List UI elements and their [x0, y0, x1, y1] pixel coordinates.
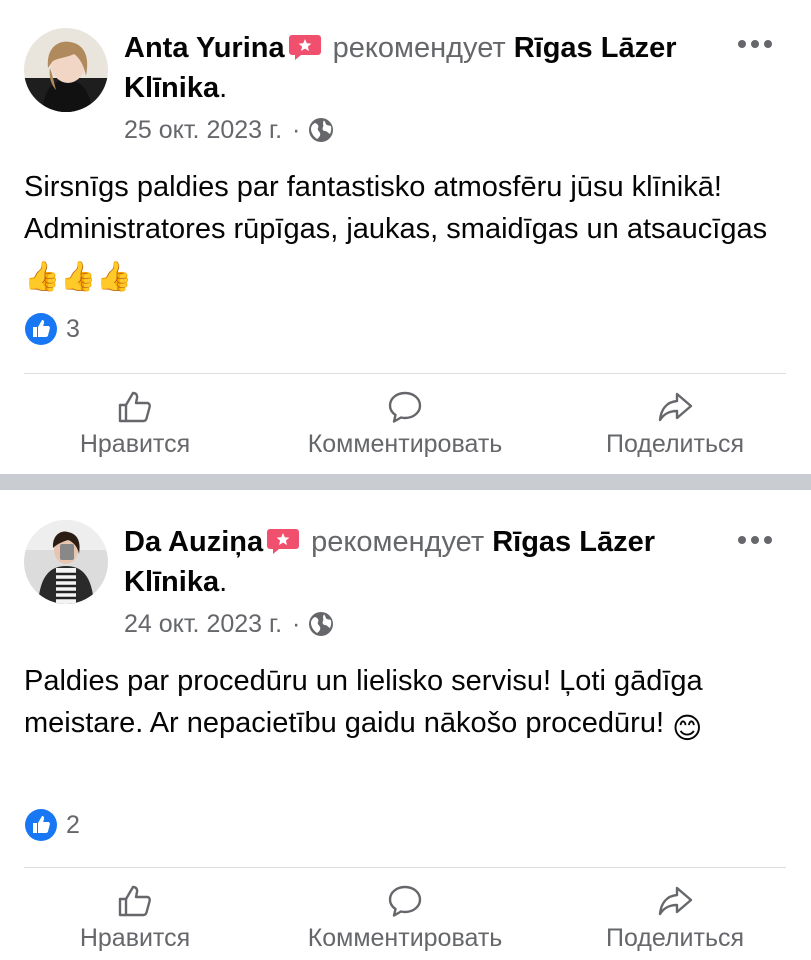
share-button[interactable]: Поделиться [590, 384, 760, 464]
post-text: Paldies par procedūru un lielisko servis… [24, 665, 703, 739]
post-meta: 24 окт. 2023 г. · [124, 606, 334, 642]
share-icon [658, 886, 693, 916]
comment-button[interactable]: Комментировать [290, 878, 520, 958]
smiling-face-emoji: 😊 [672, 713, 703, 745]
post-header: Anta Yurina рекомендует Rīgas Lāzer Klīni… [124, 28, 724, 108]
recommend-icon [288, 35, 321, 60]
author-name[interactable]: Da Auziņa [124, 526, 263, 558]
reaction-summary[interactable]: 3 [24, 312, 80, 346]
reaction-count: 3 [66, 314, 80, 343]
divider [24, 867, 786, 868]
more-options-icon[interactable] [737, 530, 773, 550]
comment-icon [388, 885, 422, 917]
thumbs-up-icon [118, 885, 151, 917]
post-text: Sirsnīgs paldies par fantastisko atmosfē… [24, 171, 768, 245]
post-date[interactable]: 25 окт. 2023 г. [124, 112, 282, 148]
post-meta: 25 окт. 2023 г. · [124, 112, 334, 148]
like-label: Нравится [79, 430, 191, 458]
feed-separator [0, 474, 811, 490]
globe-icon [309, 118, 334, 142]
action-bar: Нравится Комментировать Поделиться [0, 878, 811, 958]
meta-separator: · [292, 116, 301, 144]
like-label: Нравится [79, 924, 191, 952]
action-bar: Нравится Комментировать Поделиться [0, 384, 811, 464]
avatar[interactable] [24, 520, 108, 604]
like-icon [25, 809, 57, 841]
like-button[interactable]: Нравится [60, 384, 210, 464]
globe-icon [309, 612, 334, 636]
recommend-icon [267, 529, 300, 554]
share-label: Поделиться [605, 430, 745, 458]
sentence-period: . [219, 566, 228, 598]
post-date[interactable]: 24 окт. 2023 г. [124, 606, 282, 642]
comment-button[interactable]: Комментировать [290, 384, 520, 464]
thumbs-up-emoji: 👍👍👍 [24, 261, 133, 293]
sentence-period: . [219, 72, 228, 104]
reaction-count: 2 [66, 810, 80, 839]
author-name[interactable]: Anta Yurina [124, 32, 285, 64]
review-post: Da Auziņa рекомендует Rīgas Lāzer Klīnika… [0, 490, 811, 960]
recommend-verb: рекомендует [311, 526, 485, 558]
comment-label: Комментировать [307, 430, 503, 458]
post-body: Paldies par procedūru un lielisko servis… [24, 660, 794, 750]
more-options-icon[interactable] [737, 34, 773, 54]
avatar[interactable] [24, 28, 108, 112]
share-label: Поделиться [605, 924, 745, 952]
reaction-summary[interactable]: 2 [24, 808, 80, 842]
share-button[interactable]: Поделиться [590, 878, 760, 958]
review-post: Anta Yurina рекомендует Rīgas Lāzer Klīni… [0, 0, 811, 474]
post-header: Da Auziņa рекомендует Rīgas Lāzer Klīnika… [124, 522, 724, 602]
share-icon [658, 392, 693, 422]
comment-icon [388, 391, 422, 423]
like-icon [25, 313, 57, 345]
thumbs-up-icon [118, 391, 151, 423]
meta-separator: · [292, 610, 301, 638]
recommend-verb: рекомендует [332, 32, 506, 64]
like-button[interactable]: Нравится [60, 878, 210, 958]
divider [24, 373, 786, 374]
post-body: Sirsnīgs paldies par fantastisko atmosfē… [24, 166, 794, 298]
comment-label: Комментировать [307, 924, 503, 952]
